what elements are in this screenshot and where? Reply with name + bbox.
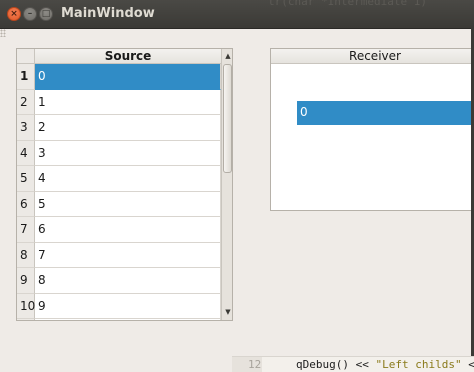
- table-row[interactable]: 10 9: [17, 293, 221, 319]
- maximize-window-button[interactable]: □: [39, 7, 53, 21]
- background-code-editor: 12 qDebug() << "Left childs" <: [232, 356, 474, 372]
- row-header[interactable]: 9: [17, 268, 35, 294]
- line-number: 12: [232, 357, 262, 372]
- table-cell[interactable]: 8: [35, 268, 221, 294]
- table-row[interactable]: 9 8: [17, 268, 221, 294]
- table-row[interactable]: 1 0: [17, 64, 221, 90]
- background-code-text: tr(char *Intermediate 1): [268, 0, 427, 8]
- scroll-up-arrow-icon[interactable]: ▲: [223, 51, 232, 61]
- source-table[interactable]: Source 1 0 2 1 3 2 4 3 5 4 6 5 7 6 8 7 9…: [16, 48, 233, 321]
- table-cell[interactable]: 1: [35, 89, 221, 115]
- code-suffix: <: [468, 358, 474, 371]
- maximize-icon: □: [41, 8, 51, 19]
- row-header[interactable]: 8: [17, 242, 35, 268]
- close-icon: ×: [10, 8, 18, 19]
- table-cell[interactable]: [35, 319, 221, 320]
- table-row[interactable]: 6 5: [17, 191, 221, 217]
- table-cell[interactable]: 3: [35, 140, 221, 166]
- scrollbar-thumb[interactable]: [223, 64, 232, 173]
- row-header[interactable]: 5: [17, 166, 35, 192]
- code-prefix: qDebug() <<: [296, 358, 376, 371]
- table-row[interactable]: 8 7: [17, 242, 221, 268]
- row-header[interactable]: 3: [17, 115, 35, 141]
- code-string: "Left childs": [375, 358, 469, 371]
- receiver-list[interactable]: Receiver 0: [270, 48, 474, 211]
- table-cell[interactable]: 5: [35, 191, 221, 217]
- row-header[interactable]: 1: [17, 64, 35, 90]
- table-row[interactable]: 4 3: [17, 140, 221, 166]
- table-cell[interactable]: 6: [35, 217, 221, 243]
- vertical-scrollbar[interactable]: ▲ ▼: [221, 49, 232, 320]
- receiver-header[interactable]: Receiver: [271, 49, 474, 64]
- row-header[interactable]: 10: [17, 293, 35, 319]
- title-bar: tr(char *Intermediate 1) × – □ MainWindo…: [0, 0, 474, 29]
- receiver-item[interactable]: 0: [297, 101, 474, 125]
- scroll-down-arrow-icon[interactable]: ▼: [223, 307, 232, 317]
- table-cell[interactable]: 0: [35, 64, 221, 90]
- source-column-header[interactable]: Source: [35, 49, 221, 64]
- table-cell[interactable]: 4: [35, 166, 221, 192]
- table-row[interactable]: 2 1: [17, 89, 221, 115]
- minimize-window-button[interactable]: –: [23, 7, 37, 21]
- table-row[interactable]: 3 2: [17, 115, 221, 141]
- row-header[interactable]: 7: [17, 217, 35, 243]
- minimize-icon: –: [27, 8, 33, 19]
- code-line: qDebug() << "Left childs" <: [296, 358, 474, 371]
- source-rows: 1 0 2 1 3 2 4 3 5 4 6 5 7 6 8 7 9 8 10 9: [17, 64, 221, 320]
- row-header[interactable]: 4: [17, 140, 35, 166]
- close-window-button[interactable]: ×: [7, 7, 21, 21]
- window-title: MainWindow: [61, 6, 155, 21]
- toolbar-grip[interactable]: [0, 29, 6, 37]
- row-header[interactable]: 6: [17, 191, 35, 217]
- row-header[interactable]: 2: [17, 89, 35, 115]
- table-cell[interactable]: 7: [35, 242, 221, 268]
- row-header[interactable]: 11: [17, 319, 35, 320]
- table-corner-button[interactable]: [17, 49, 35, 64]
- table-cell[interactable]: 9: [35, 293, 221, 319]
- table-cell[interactable]: 2: [35, 115, 221, 141]
- table-row[interactable]: 5 4: [17, 166, 221, 192]
- table-row[interactable]: 7 6: [17, 217, 221, 243]
- table-row[interactable]: 11: [17, 319, 221, 320]
